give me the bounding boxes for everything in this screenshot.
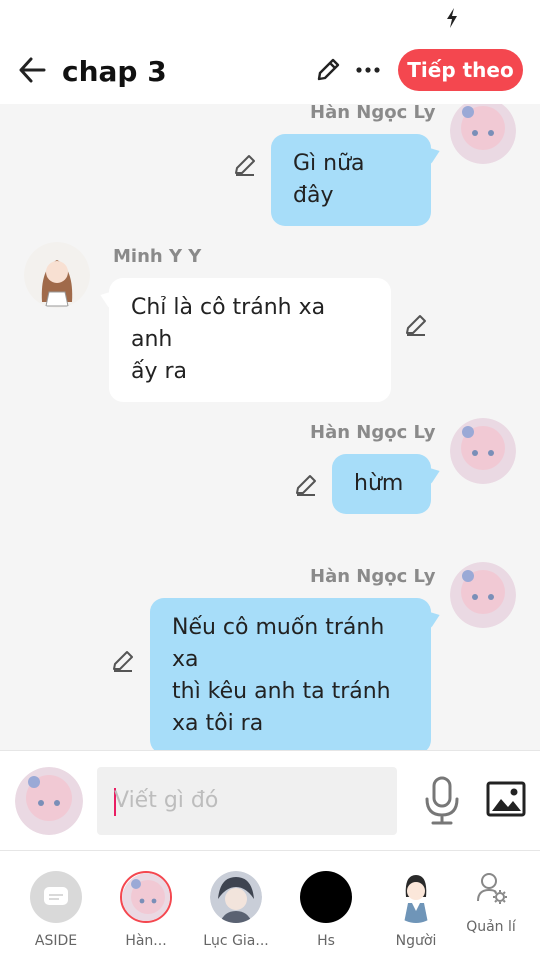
sender-avatar[interactable] (450, 562, 516, 628)
edit-message-icon[interactable] (403, 312, 429, 338)
tab-luc-gia[interactable]: Lục Gia... (191, 851, 281, 960)
tab-hs[interactable]: Hs (281, 851, 371, 960)
message-bubble[interactable]: hừm (332, 454, 431, 514)
header: chap 3 Tiếp theo (0, 36, 540, 104)
sender-name: Hàn Ngọc Ly (310, 422, 436, 443)
more-horizontal-icon (356, 67, 380, 73)
tab-label: Lục Gia... (203, 933, 269, 949)
tab-han-ngoc-ly[interactable]: Hàn... (101, 851, 191, 960)
back-button[interactable] (12, 50, 52, 90)
message-input-placeholder: Viết gì đó (114, 788, 219, 813)
sender-name: Hàn Ngọc Ly (310, 104, 436, 123)
message-text: hừm (354, 471, 404, 496)
tab-aside[interactable]: ASIDE (11, 851, 101, 960)
composer: Viết gì đó (0, 750, 540, 850)
sender-avatar[interactable] (24, 242, 90, 308)
flash-icon (447, 8, 457, 28)
more-button[interactable] (352, 52, 384, 88)
sender-avatar[interactable] (450, 104, 516, 164)
message-line: xa tôi ra (172, 711, 264, 736)
pencil-icon (317, 58, 340, 81)
message-line: Nếu cô muốn tránh xa (172, 615, 385, 672)
black-circle-avatar (300, 871, 352, 923)
microphone-icon[interactable] (420, 775, 464, 827)
arrow-left-icon (19, 57, 46, 83)
chat-area[interactable]: Hàn Ngọc Ly Gì nữa đây Minh Y Y Chỉ là c… (0, 104, 540, 750)
edit-message-icon[interactable] (232, 152, 258, 178)
follow-button[interactable]: Tiếp theo (398, 49, 523, 91)
current-character-avatar[interactable] (15, 767, 83, 835)
sender-name: Minh Y Y (113, 246, 202, 267)
tab-label: ASIDE (34, 933, 78, 949)
message-line: thì kêu anh ta tránh (172, 679, 391, 704)
tab-label: Hàn... (125, 933, 167, 949)
tab-label: Hs (317, 933, 335, 949)
image-icon[interactable] (486, 781, 526, 817)
aside-chat-icon (30, 871, 82, 923)
character-bar: ASIDE Hàn... Lục Gia... Hs Người Quản lí (0, 850, 540, 960)
avatar-han-ngoc-ly (120, 871, 172, 923)
sender-name: Hàn Ngọc Ly (310, 566, 436, 587)
tab-manage[interactable]: Quản lí (446, 851, 536, 960)
message-line: Chỉ là cô tránh xa anh (131, 295, 326, 352)
tab-label: Quản lí (466, 919, 516, 935)
message-bubble[interactable]: Gì nữa đây (271, 134, 431, 226)
manage-user-gear-icon (477, 873, 507, 904)
message-input[interactable]: Viết gì đó (97, 767, 397, 835)
message-text: Gì nữa đây (293, 151, 365, 208)
message-bubble[interactable]: Nếu cô muốn tránh xa thì kêu anh ta trán… (150, 598, 431, 750)
edit-button[interactable] (310, 52, 346, 88)
edit-message-icon[interactable] (293, 472, 319, 498)
sender-avatar[interactable] (450, 418, 516, 484)
edit-message-icon[interactable] (110, 648, 136, 674)
avatar-luc-gia (210, 871, 262, 923)
avatar-nguoi (390, 871, 442, 923)
message-bubble[interactable]: Chỉ là cô tránh xa anh ấy ra (109, 278, 391, 402)
status-bar (0, 0, 540, 36)
page-title: chap 3 (62, 55, 167, 88)
message-line: ấy ra (131, 359, 188, 384)
